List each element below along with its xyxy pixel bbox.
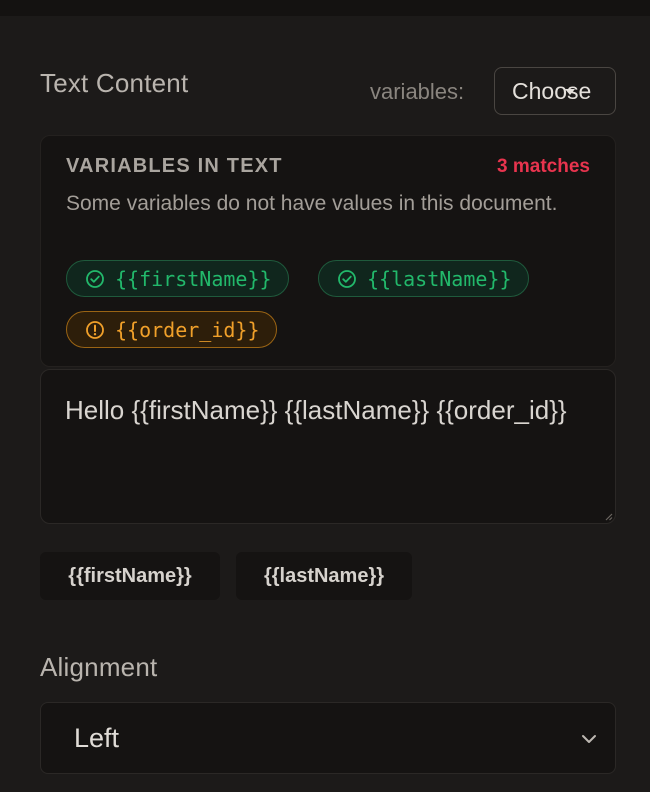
alignment-select-value: Left — [74, 722, 120, 753]
resize-grip-icon[interactable] — [603, 511, 613, 521]
alignment-title: Alignment — [40, 652, 158, 682]
caret-down-icon — [565, 89, 575, 95]
variable-chip-label: {{firstName}} — [115, 266, 272, 291]
variable-chip-order-id[interactable]: {{order_id}} — [66, 311, 277, 348]
missing-values-warning: Some variables do not have values in thi… — [66, 192, 558, 215]
alignment-select[interactable]: Left — [40, 702, 616, 774]
alert-circle-icon — [86, 320, 104, 339]
variable-chip-lastname[interactable]: {{lastName}} — [318, 260, 529, 297]
variables-choose-select[interactable]: Choose — [494, 67, 616, 115]
variables-in-text-panel: VARIABLES IN TEXT 3 matches Some variabl… — [40, 135, 616, 367]
variable-chip-label: {{order_id}} — [115, 317, 260, 342]
top-bar — [0, 0, 650, 16]
variable-chip-firstname[interactable]: {{firstName}} — [66, 260, 289, 297]
variables-heading: VARIABLES IN TEXT — [66, 155, 283, 177]
matches-count: 3 matches — [497, 156, 590, 177]
variables-label: variables: — [370, 79, 465, 104]
text-content-textarea[interactable]: Hello {{firstName}} {{lastName}} {{order… — [40, 369, 616, 524]
check-circle-icon — [338, 269, 356, 288]
insert-lastname-button[interactable]: {{lastName}} — [236, 552, 412, 600]
variable-chip-label: {{lastName}} — [367, 266, 512, 291]
textarea-value: Hello {{firstName}} {{lastName}} {{order… — [65, 395, 567, 425]
insert-firstname-button[interactable]: {{firstName}} — [40, 552, 220, 600]
choose-select-value: Choose — [512, 77, 592, 104]
check-circle-icon — [86, 269, 104, 288]
text-content-title: Text Content — [40, 68, 189, 98]
chevron-down-icon — [582, 735, 596, 743]
